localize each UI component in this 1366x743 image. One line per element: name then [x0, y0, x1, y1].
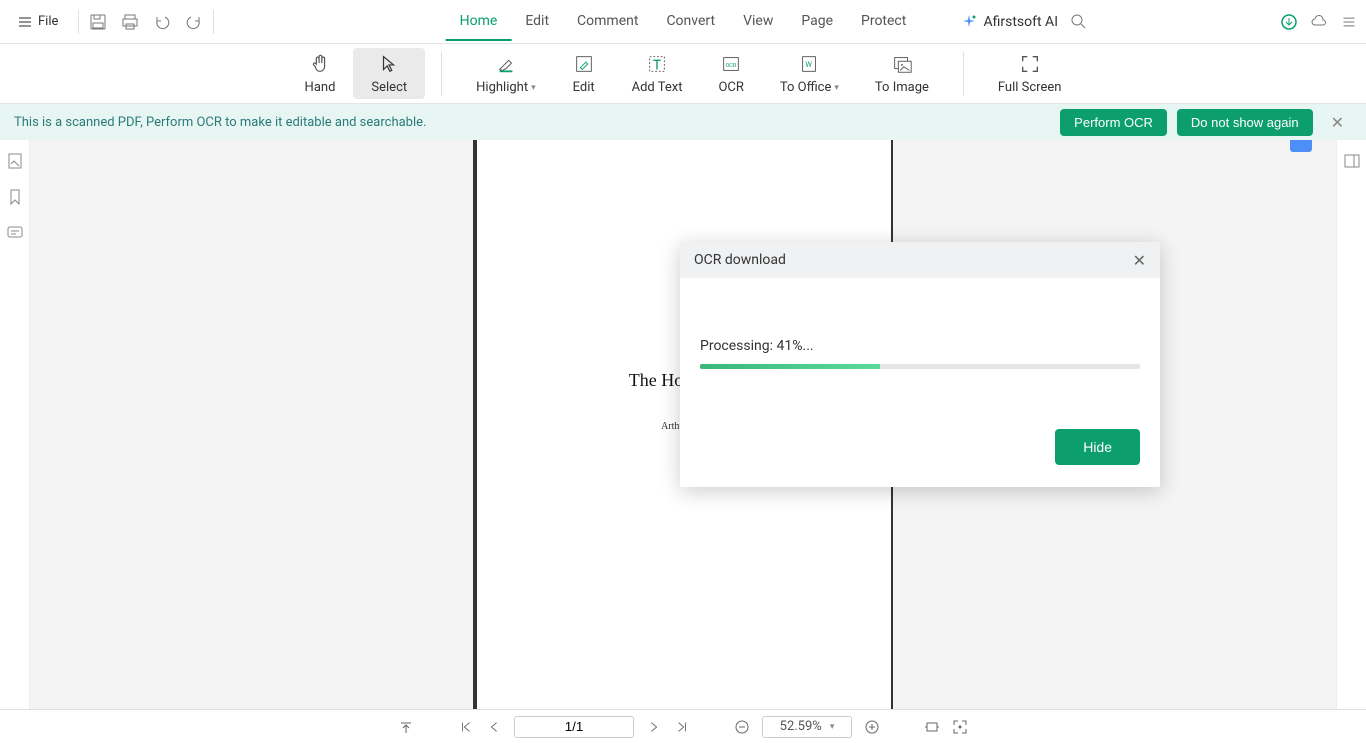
tool-edit-label: Edit — [573, 80, 595, 95]
tool-select-label: Select — [371, 80, 407, 95]
tool-highlight[interactable]: Highlight▾ — [458, 48, 553, 99]
tab-view[interactable]: View — [729, 3, 787, 41]
ai-brand[interactable]: Afirstsoft AI — [961, 14, 1058, 30]
tool-select[interactable]: Select — [353, 48, 425, 99]
download-status-icon[interactable] — [1280, 13, 1298, 31]
tool-edit[interactable]: Edit — [554, 48, 614, 99]
undo-icon[interactable] — [153, 13, 171, 31]
tool-full-screen-label: Full Screen — [998, 80, 1062, 95]
modal-close-icon[interactable]: ✕ — [1133, 251, 1146, 270]
tool-to-image-label: To Image — [875, 80, 929, 95]
tool-highlight-label: Highlight — [476, 80, 528, 95]
last-page-icon[interactable] — [674, 719, 690, 735]
tab-comment[interactable]: Comment — [563, 3, 652, 41]
thumbnails-icon[interactable] — [6, 152, 24, 170]
svg-text:W: W — [806, 60, 813, 69]
ai-brand-label: Afirstsoft AI — [983, 14, 1058, 30]
dont-show-again-button[interactable]: Do not show again — [1177, 109, 1313, 136]
tool-to-office[interactable]: W To Office▾ — [762, 48, 857, 99]
tab-convert[interactable]: Convert — [652, 3, 729, 41]
hand-icon — [308, 52, 332, 76]
ocr-icon: OCR — [719, 52, 743, 76]
to-image-icon — [890, 52, 914, 76]
modal-title: OCR download — [694, 252, 1133, 268]
tool-to-image[interactable]: To Image — [857, 48, 947, 99]
cloud-icon[interactable] — [1310, 13, 1328, 31]
bottom-bar: 52.59% ▾ — [0, 709, 1366, 743]
floating-badge[interactable] — [1290, 140, 1312, 152]
tool-to-office-label: To Office — [780, 80, 832, 95]
zoom-out-icon[interactable] — [734, 719, 750, 735]
add-text-icon — [645, 52, 669, 76]
left-rail — [0, 140, 30, 709]
comments-icon[interactable] — [6, 224, 24, 242]
next-page-icon[interactable] — [646, 719, 662, 735]
main-tabs: Home Edit Comment Convert View Page Prot… — [446, 3, 921, 41]
sparkle-icon — [961, 14, 977, 30]
tool-hand[interactable]: Hand — [287, 48, 354, 99]
svg-text:OCR: OCR — [726, 63, 737, 69]
divider — [213, 10, 214, 34]
right-panel-icon[interactable] — [1343, 152, 1361, 170]
tab-protect[interactable]: Protect — [847, 3, 920, 41]
tab-page[interactable]: Page — [787, 3, 847, 41]
file-menu[interactable]: File — [8, 14, 68, 29]
zoom-level-input[interactable]: 52.59% ▾ — [762, 716, 852, 738]
chevron-down-icon: ▾ — [531, 83, 536, 93]
bookmarks-icon[interactable] — [6, 188, 24, 206]
divider — [963, 52, 964, 96]
tool-full-screen[interactable]: Full Screen — [980, 48, 1080, 99]
ocr-banner: This is a scanned PDF, Perform OCR to ma… — [0, 104, 1366, 140]
edit-icon — [572, 52, 596, 76]
chevron-down-icon: ▾ — [834, 83, 839, 93]
fit-width-icon[interactable] — [924, 719, 940, 735]
more-icon[interactable] — [1340, 13, 1358, 31]
ocr-download-modal: OCR download ✕ Processing: 41%... Hide — [680, 242, 1160, 487]
file-menu-label: File — [38, 14, 58, 29]
tool-add-text-label: Add Text — [632, 80, 683, 95]
progress-bar — [700, 364, 1140, 369]
divider — [78, 10, 79, 34]
progress-label: Processing: 41%... — [700, 338, 1140, 354]
to-office-icon: W — [797, 52, 821, 76]
zoom-in-icon[interactable] — [864, 719, 880, 735]
tool-ocr-label: OCR — [718, 80, 743, 95]
banner-message: This is a scanned PDF, Perform OCR to ma… — [14, 115, 1060, 130]
tool-hand-label: Hand — [305, 80, 336, 95]
right-rail — [1336, 140, 1366, 709]
progress-bar-fill — [700, 364, 880, 369]
scroll-top-icon[interactable] — [398, 719, 414, 735]
divider — [441, 52, 442, 96]
search-icon[interactable] — [1070, 13, 1088, 31]
redo-icon[interactable] — [185, 13, 203, 31]
chevron-down-icon: ▾ — [830, 722, 835, 732]
fit-page-icon[interactable] — [952, 719, 968, 735]
hamburger-icon — [18, 15, 32, 29]
prev-page-icon[interactable] — [486, 719, 502, 735]
perform-ocr-button[interactable]: Perform OCR — [1060, 109, 1167, 136]
tab-edit[interactable]: Edit — [511, 3, 563, 41]
tool-ocr[interactable]: OCR OCR — [700, 48, 761, 99]
close-banner-icon[interactable]: ✕ — [1323, 109, 1352, 136]
page-number-input[interactable] — [514, 716, 634, 738]
print-icon[interactable] — [121, 13, 139, 31]
tool-add-text[interactable]: Add Text — [614, 48, 701, 99]
fullscreen-icon — [1018, 52, 1042, 76]
hide-button[interactable]: Hide — [1055, 429, 1140, 465]
tab-home[interactable]: Home — [446, 3, 512, 41]
save-icon[interactable] — [89, 13, 107, 31]
cursor-icon — [377, 52, 401, 76]
highlighter-icon — [494, 52, 518, 76]
first-page-icon[interactable] — [458, 719, 474, 735]
